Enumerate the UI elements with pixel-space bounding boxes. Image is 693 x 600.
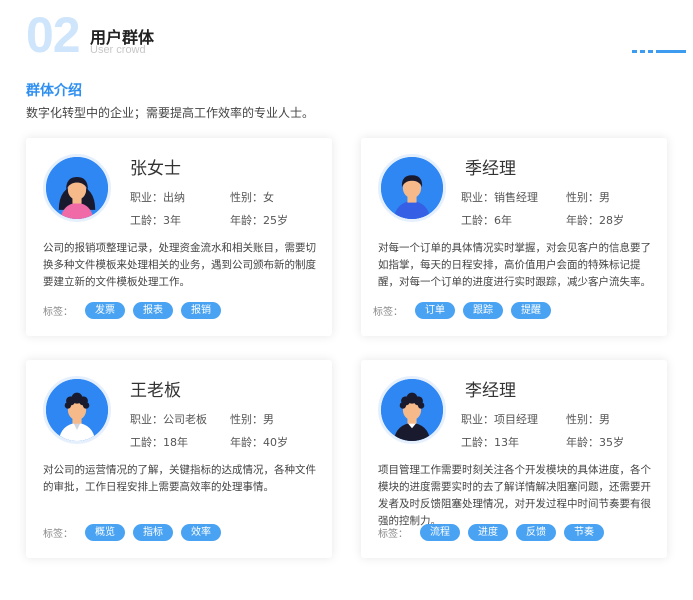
tag[interactable]: 节奏 xyxy=(564,524,604,541)
persona-tags: 标签： 发票 报表 报销 xyxy=(43,302,221,319)
persona-tenure: 工龄：6年 xyxy=(461,214,512,227)
persona-tenure: 工龄：3年 xyxy=(130,214,181,227)
persona-description: 对每一个订单的具体情况实时掌握，对会见客户的信息要了如指掌，每天的日程安排，高价… xyxy=(378,242,651,288)
persona-tags: 标签： 概览 指标 效率 xyxy=(43,524,221,541)
male-curly-avatar-icon xyxy=(43,376,111,444)
intro-title: 群体介绍 xyxy=(26,83,82,99)
tag[interactable]: 指标 xyxy=(133,524,173,541)
persona-name: 李经理 xyxy=(465,381,516,401)
persona-name: 王老板 xyxy=(130,381,181,401)
persona-age: 年龄：25岁 xyxy=(230,214,288,227)
persona-age: 年龄：40岁 xyxy=(230,436,288,449)
persona-name: 季经理 xyxy=(465,159,516,179)
persona-card: 王老板 职业：公司老板 性别：男 工龄：18年 年龄：40岁 对公司的运营情况的… xyxy=(26,360,332,558)
tag[interactable]: 提醒 xyxy=(511,302,551,319)
persona-gender: 性别：男 xyxy=(230,413,274,426)
section-number: 02 xyxy=(26,7,81,63)
persona-card: 李经理 职业：项目经理 性别：男 工龄：13年 年龄：35岁 项目管理工作需要时… xyxy=(361,360,667,558)
persona-gender: 性别：男 xyxy=(566,413,610,426)
persona-tags: 标签： 订单 跟踪 提醒 xyxy=(373,302,551,319)
tags-label: 标签： xyxy=(43,529,73,540)
tag[interactable]: 流程 xyxy=(420,524,460,541)
persona-job: 职业：出纳 xyxy=(130,191,185,204)
tags-label: 标签： xyxy=(378,529,408,540)
tag[interactable]: 概览 xyxy=(85,524,125,541)
header-decoration xyxy=(632,50,686,54)
persona-gender: 性别：女 xyxy=(230,191,274,204)
tag[interactable]: 订单 xyxy=(415,302,455,319)
tag[interactable]: 跟踪 xyxy=(463,302,503,319)
persona-card: 季经理 职业：销售经理 性别：男 工龄：6年 年龄：28岁 对每一个订单的具体情… xyxy=(361,138,667,336)
tag[interactable]: 报销 xyxy=(181,302,221,319)
tag[interactable]: 报表 xyxy=(133,302,173,319)
section-header: 02 用户群体 User crowd xyxy=(26,10,686,64)
tag[interactable]: 效率 xyxy=(181,524,221,541)
persona-age: 年龄：28岁 xyxy=(566,214,624,227)
male-avatar-icon xyxy=(378,154,446,222)
persona-tenure: 工龄：18年 xyxy=(130,436,188,449)
persona-age: 年龄：35岁 xyxy=(566,436,624,449)
male-dark-avatar-icon xyxy=(378,376,446,444)
persona-card: 张女士 职业：出纳 性别：女 工龄：3年 年龄：25岁 公司的报销项整理记录，处… xyxy=(26,138,332,336)
persona-description: 公司的报销项整理记录，处理资金流水和相关账目，需要切换多种文件模板来处理相关的业… xyxy=(43,242,316,288)
persona-gender: 性别：男 xyxy=(566,191,610,204)
female-avatar-icon xyxy=(43,154,111,222)
tags-label: 标签： xyxy=(373,307,403,318)
section-subtitle: User crowd xyxy=(90,44,146,56)
persona-name: 张女士 xyxy=(130,159,181,179)
persona-description: 项目管理工作需要时刻关注各个开发模块的具体进度，各个模块的进度需要实时的去了解详… xyxy=(378,464,651,527)
persona-tags: 标签： 流程 进度 反馈 节奏 xyxy=(378,524,604,541)
tags-label: 标签： xyxy=(43,307,73,318)
persona-job: 职业：销售经理 xyxy=(461,191,538,204)
tag[interactable]: 发票 xyxy=(85,302,125,319)
persona-job: 职业：项目经理 xyxy=(461,413,538,426)
tag[interactable]: 进度 xyxy=(468,524,508,541)
persona-tenure: 工龄：13年 xyxy=(461,436,519,449)
persona-job: 职业：公司老板 xyxy=(130,413,207,426)
tag[interactable]: 反馈 xyxy=(516,524,556,541)
persona-description: 对公司的运营情况的了解，关键指标的达成情况，各种文件的审批，工作日程安排上需要高… xyxy=(43,464,316,493)
intro-text: 数字化转型中的企业；需要提高工作效率的专业人士。 xyxy=(26,106,315,120)
